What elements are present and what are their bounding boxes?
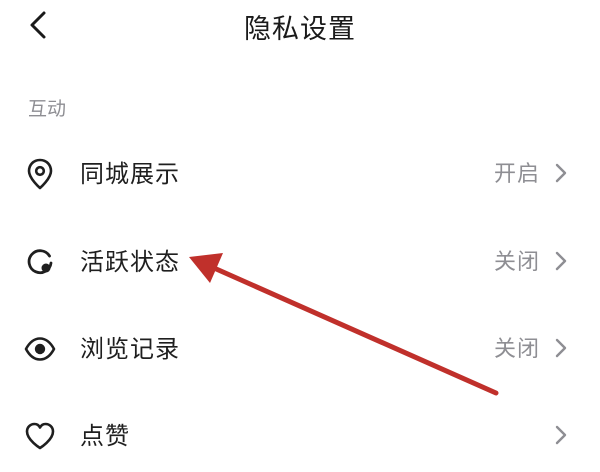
header-bar: 隐私设置 <box>0 0 600 62</box>
chevron-right-icon <box>555 425 567 445</box>
location-pin-icon <box>27 158 53 190</box>
setting-value: 开启 <box>493 162 540 187</box>
setting-label: 浏览记录 <box>80 335 180 363</box>
setting-value: 关闭 <box>493 337 540 362</box>
heart-icon <box>25 422 55 450</box>
setting-row-local-display[interactable]: 同城展示 开启 <box>0 134 600 210</box>
eye-icon <box>24 337 56 361</box>
setting-value: 关闭 <box>493 250 540 275</box>
setting-row-activity-status[interactable]: 活跃状态 关闭 <box>0 222 600 298</box>
chevron-right-icon <box>555 338 567 358</box>
activity-status-icon <box>27 249 53 275</box>
setting-label: 活跃状态 <box>80 248 180 276</box>
setting-row-likes[interactable]: 点赞 <box>0 396 600 472</box>
setting-label: 同城展示 <box>80 160 180 188</box>
setting-label: 点赞 <box>80 422 130 450</box>
chevron-right-icon <box>555 163 567 183</box>
chevron-right-icon <box>555 251 567 271</box>
page-title: 隐私设置 <box>244 14 356 45</box>
section-label-interaction: 互动 <box>28 98 67 120</box>
setting-row-browsing-history[interactable]: 浏览记录 关闭 <box>0 309 600 385</box>
